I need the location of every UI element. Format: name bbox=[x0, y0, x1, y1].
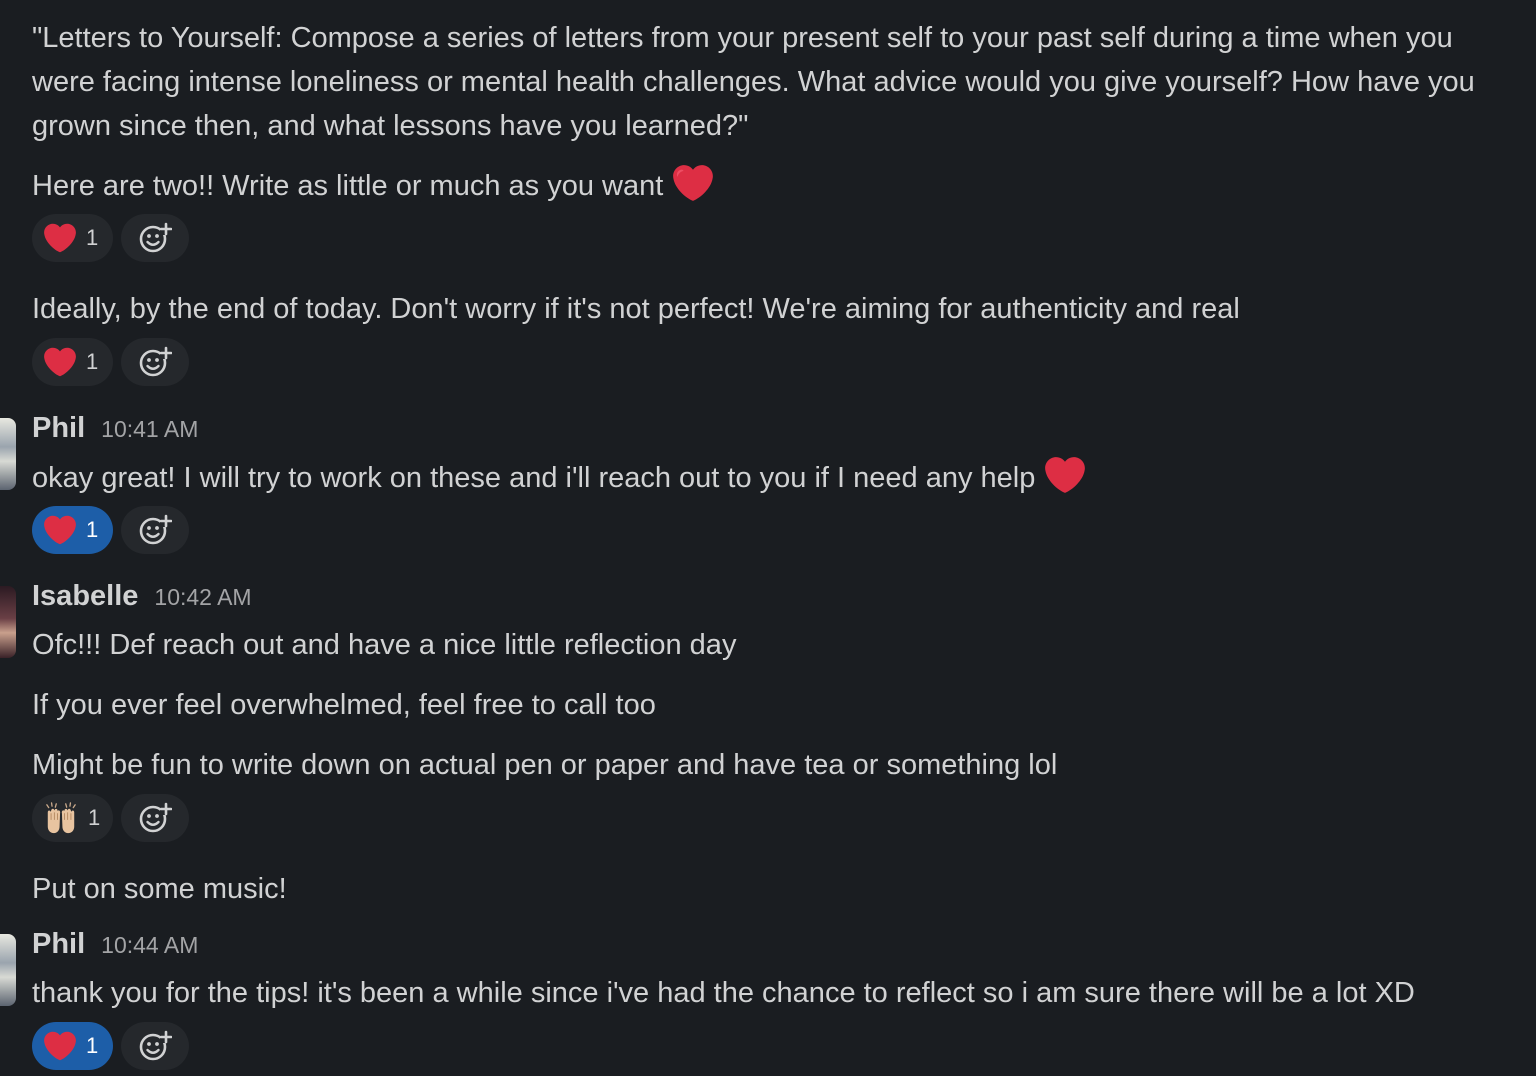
reaction-count: 1 bbox=[88, 805, 101, 830]
message-text: "Letters to Yourself: Compose a series o… bbox=[32, 22, 1475, 142]
message-text: okay great! I will try to work on these … bbox=[32, 455, 1086, 500]
avatar[interactable] bbox=[0, 934, 16, 1006]
avatar[interactable] bbox=[0, 418, 16, 490]
author-name[interactable]: Phil bbox=[32, 412, 85, 445]
author-name[interactable]: Isabelle bbox=[32, 580, 138, 613]
add-reaction-button[interactable] bbox=[121, 794, 189, 842]
reaction-count: 1 bbox=[86, 517, 99, 542]
message-header: Phil 10:41 AM bbox=[32, 412, 198, 445]
reaction-bar: 1 bbox=[32, 794, 189, 842]
heart-reaction-button[interactable]: 1 bbox=[32, 506, 113, 554]
heart-emoji-icon bbox=[44, 515, 76, 545]
add-reaction-button[interactable] bbox=[121, 214, 189, 262]
message-text: Ideally, by the end of today. Don't worr… bbox=[32, 293, 1240, 325]
message-text: Here are two!! Write as little or much a… bbox=[32, 163, 714, 208]
message-text: Ofc!!! Def reach out and have a nice lit… bbox=[32, 629, 737, 661]
reaction-bar: 1 bbox=[32, 506, 189, 554]
reaction-count: 1 bbox=[86, 1033, 99, 1058]
message-timestamp[interactable]: 10:41 AM bbox=[101, 416, 198, 443]
reaction-count: 1 bbox=[86, 225, 99, 250]
heart-emoji-icon bbox=[673, 165, 714, 201]
reaction-bar: 1 bbox=[32, 214, 189, 262]
message-text: If you ever feel overwhelmed, feel free … bbox=[32, 689, 656, 721]
message-header: Phil 10:44 AM bbox=[32, 928, 198, 961]
message-timestamp[interactable]: 10:44 AM bbox=[101, 932, 198, 959]
reaction-bar: 1 bbox=[32, 1022, 189, 1070]
heart-emoji-icon bbox=[1045, 457, 1086, 493]
add-reaction-button[interactable] bbox=[121, 506, 189, 554]
message-text-content: okay great! I will try to work on these … bbox=[32, 462, 1036, 494]
heart-reaction-button[interactable]: 1 bbox=[32, 1022, 113, 1070]
message-text: Put on some music! bbox=[32, 873, 287, 905]
heart-reaction-button[interactable]: 1 bbox=[32, 338, 113, 386]
heart-reaction-button[interactable]: 1 bbox=[32, 214, 113, 262]
message-header: Isabelle 10:42 AM bbox=[32, 580, 252, 613]
heart-emoji-icon bbox=[44, 347, 76, 377]
avatar[interactable] bbox=[0, 586, 16, 658]
message-text: Might be fun to write down on actual pen… bbox=[32, 749, 1058, 781]
message-list: "Letters to Yourself: Compose a series o… bbox=[0, 0, 1536, 1076]
message-text: thank you for the tips! it's been a whil… bbox=[32, 977, 1415, 1009]
reaction-count: 1 bbox=[86, 349, 99, 374]
add-reaction-icon bbox=[139, 222, 172, 253]
add-reaction-icon bbox=[139, 1030, 172, 1061]
add-reaction-icon bbox=[139, 802, 172, 833]
message-timestamp[interactable]: 10:42 AM bbox=[154, 584, 251, 611]
add-reaction-icon bbox=[139, 346, 172, 377]
heart-emoji-icon bbox=[44, 223, 76, 253]
add-reaction-button[interactable] bbox=[121, 1022, 189, 1070]
add-reaction-icon bbox=[139, 514, 172, 545]
message-text-content: Here are two!! Write as little or much a… bbox=[32, 170, 664, 202]
raising-hands-emoji-icon bbox=[46, 802, 76, 834]
raising-hands-reaction-button[interactable]: 1 bbox=[32, 794, 113, 842]
heart-emoji-icon bbox=[44, 1031, 76, 1061]
author-name[interactable]: Phil bbox=[32, 928, 85, 961]
add-reaction-button[interactable] bbox=[121, 338, 189, 386]
reaction-bar: 1 bbox=[32, 338, 189, 386]
